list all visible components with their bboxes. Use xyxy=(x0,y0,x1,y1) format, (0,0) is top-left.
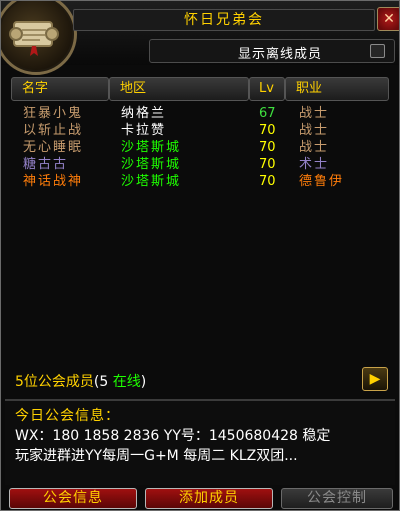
window-title: 怀日兄弟会 xyxy=(73,9,375,31)
guild-scroll-icon xyxy=(1,1,77,75)
member-class: 战士 xyxy=(299,140,330,155)
member-zone: 沙塔斯城 xyxy=(121,140,182,155)
member-row[interactable]: 狂暴小鬼 纳格兰 67 战士 xyxy=(1,105,399,122)
guild-control-button: 公会控制 xyxy=(281,488,393,509)
member-row[interactable]: 糖古古 沙塔斯城 70 术士 xyxy=(1,156,399,173)
column-header-class[interactable]: 职业 xyxy=(285,77,389,101)
member-level: 70 xyxy=(259,140,276,155)
member-name: 以斩止战 xyxy=(23,123,84,138)
column-header-name[interactable]: 名字 xyxy=(11,77,109,101)
next-page-button[interactable]: ▶ xyxy=(362,367,388,391)
member-zone: 卡拉赞 xyxy=(121,123,167,138)
column-header-zone[interactable]: 地区 xyxy=(109,77,249,101)
member-count: 5位公会成员(5 在线) xyxy=(15,371,146,391)
member-list: 狂暴小鬼 纳格兰 67 战士 以斩止战 卡拉赞 70 战士 无心睡眠 沙塔斯城 70 战士 糖古古 沙塔斯… xyxy=(1,105,399,190)
member-class: 德鲁伊 xyxy=(299,174,345,189)
motd-line-1: WX：180 1858 2836 YY号：1450680428 稳定 xyxy=(15,428,331,444)
member-zone: 纳格兰 xyxy=(121,106,167,121)
online-close: ) xyxy=(140,374,147,390)
close-icon: ✕ xyxy=(383,11,395,27)
member-name: 神话战神 xyxy=(23,174,84,189)
motd-line-2: 玩家进群进YY每周一G+M 每周二 KLZ双团... xyxy=(15,448,298,464)
member-level: 70 xyxy=(259,157,276,172)
member-name: 狂暴小鬼 xyxy=(23,106,84,121)
member-zone: 沙塔斯城 xyxy=(121,174,182,189)
member-row[interactable]: 以斩止战 卡拉赞 70 战士 xyxy=(1,122,399,139)
member-count-text: 5位公会成员 xyxy=(15,374,94,390)
member-row[interactable]: 无心睡眠 沙塔斯城 70 战士 xyxy=(1,139,399,156)
show-offline-label: 显示离线成员 xyxy=(238,47,323,62)
show-offline-checkbox[interactable] xyxy=(370,44,385,58)
member-class: 战士 xyxy=(299,106,330,121)
online-word: 在线 xyxy=(112,374,141,390)
member-name: 糖古古 xyxy=(23,157,69,172)
show-offline-toggle[interactable]: 显示离线成员 xyxy=(149,39,395,63)
member-class: 术士 xyxy=(299,157,330,172)
motd-title: 今日公会信息： xyxy=(15,408,120,424)
window-header: 怀日兄弟会 ✕ 显示离线成员 xyxy=(1,1,399,75)
member-level: 67 xyxy=(259,106,276,121)
column-header-level[interactable]: Lv xyxy=(249,77,285,101)
member-class: 战士 xyxy=(299,123,330,138)
close-button[interactable]: ✕ xyxy=(377,7,399,31)
online-open: (5 xyxy=(93,374,113,390)
guild-motd: 今日公会信息： WX：180 1858 2836 YY号：1450680428 … xyxy=(5,399,395,485)
member-row[interactable]: 神话战神 沙塔斯城 70 德鲁伊 xyxy=(1,173,399,190)
member-level: 70 xyxy=(259,174,276,189)
member-level: 70 xyxy=(259,123,276,138)
member-zone: 沙塔斯城 xyxy=(121,157,182,172)
member-name: 无心睡眠 xyxy=(23,140,84,155)
guild-info-button[interactable]: 公会信息 xyxy=(9,488,137,509)
next-page-arrow-icon: ▶ xyxy=(369,371,381,387)
guild-window: 怀日兄弟会 ✕ 显示离线成员 名字 地区 Lv 职业 狂暴小鬼 纳格兰 67 战士 以斩… xyxy=(0,0,400,511)
add-member-button[interactable]: 添加成员 xyxy=(145,488,273,509)
